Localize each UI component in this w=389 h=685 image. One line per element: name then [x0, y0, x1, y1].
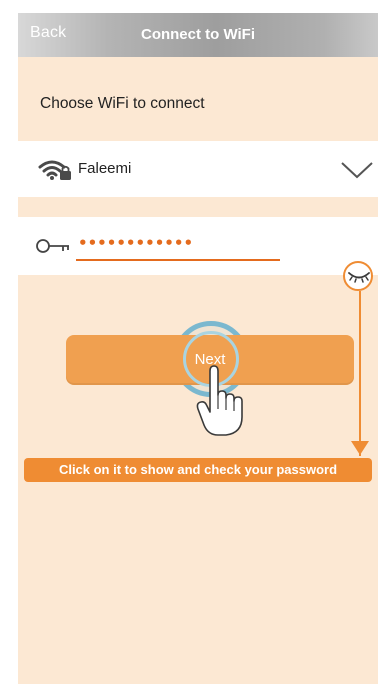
- eye-closed-icon: [348, 272, 370, 283]
- section-label: Choose WiFi to connect: [40, 95, 205, 112]
- key-icon: [36, 239, 69, 253]
- hand-pointer-icon: [196, 365, 243, 436]
- wifi-network-selector[interactable]: Faleemi: [18, 141, 378, 197]
- chevron-down-icon[interactable]: [340, 160, 374, 180]
- password-row: ••••••••••••: [18, 217, 378, 275]
- app-screen: Back Connect to WiFi Choose WiFi to conn…: [18, 13, 378, 684]
- password-hint-banner: Click on it to show and check your passw…: [24, 458, 372, 482]
- page-title: Connect to WiFi: [140, 26, 256, 43]
- hint-arrow-icon: [351, 441, 369, 455]
- password-value: ••••••••••••: [78, 234, 194, 252]
- hint-pointer-line: [359, 291, 361, 456]
- nav-bar: Back Connect to WiFi: [18, 13, 378, 57]
- wifi-network-name: Faleemi: [78, 160, 132, 177]
- wifi-locked-icon: [38, 160, 71, 180]
- show-password-toggle[interactable]: [343, 261, 373, 291]
